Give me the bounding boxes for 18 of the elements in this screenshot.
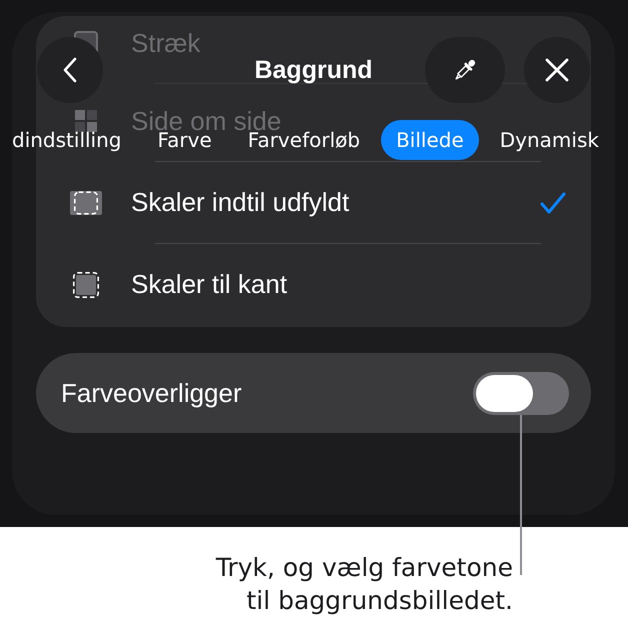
option-label: Stræk	[131, 33, 200, 53]
chevron-left-icon	[63, 57, 77, 83]
tab[interactable]: Farve	[142, 131, 227, 149]
tile-icon	[74, 109, 98, 133]
toggle-label: Farveoverligger	[61, 378, 242, 408]
tab[interactable]: dindstilling	[12, 131, 136, 149]
dashed-square-icon	[70, 190, 102, 214]
scale-option[interactable]: Skaler indtil udfyldt	[36, 162, 591, 243]
tab[interactable]: Billede	[381, 120, 479, 160]
dashed-square-icon	[73, 272, 99, 298]
close-icon	[545, 58, 569, 82]
callout-text: Tryk, og vælg farvetone til baggrundsbilledet.	[216, 552, 513, 617]
tab[interactable]: Dynamisk	[484, 131, 614, 149]
sheet-title: Baggrund	[254, 56, 373, 84]
toggle-switch[interactable]	[473, 372, 569, 414]
scale-option[interactable]: Skaler til kant	[36, 244, 591, 325]
option-label: Side om side	[131, 111, 282, 131]
tab[interactable]: Farveforløb	[232, 131, 376, 149]
